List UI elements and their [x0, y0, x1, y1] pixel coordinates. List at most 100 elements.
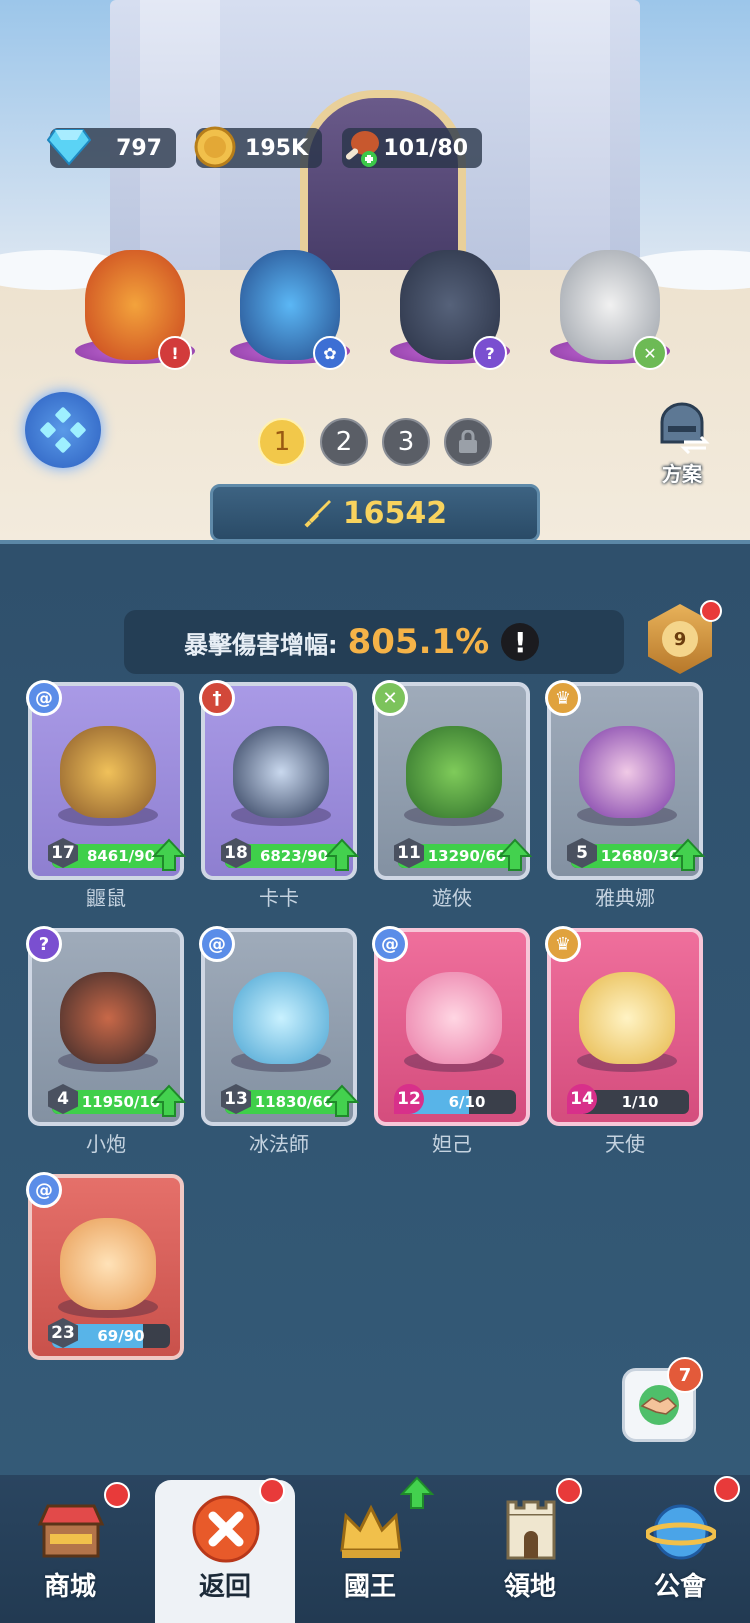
nav-guild[interactable]: 公會	[610, 1476, 750, 1623]
element-spiral-icon: @	[26, 1172, 62, 1208]
hero-card-daji[interactable]: @ 6/10 12	[372, 926, 530, 1126]
gem-count: 797	[116, 135, 162, 161]
mystery-class-icon: ?	[473, 336, 507, 370]
ranger-figure	[406, 726, 502, 818]
lineup-hero-2[interactable]: ✿	[225, 230, 355, 370]
crit-damage-label: 暴擊傷害增幅:	[184, 630, 338, 659]
rank-level: 9	[662, 621, 698, 657]
hero-level: 12	[394, 1084, 424, 1114]
progress-text: 1/10	[621, 1093, 659, 1111]
team-slot-2[interactable]: 2	[320, 418, 368, 466]
notification-dot	[556, 1478, 582, 1504]
archer-class-icon: ✕	[633, 336, 667, 370]
element-spiral-icon: @	[372, 926, 408, 962]
coin-counter[interactable]: 195K	[194, 126, 322, 168]
scheme-label: 方案	[662, 462, 702, 486]
progress-text: 69/90	[97, 1327, 145, 1345]
ninja-figure	[233, 726, 329, 818]
rank-badge-button[interactable]: 9	[648, 600, 722, 680]
upgrade-arrow-icon	[671, 838, 705, 871]
hero-card-ice-mage[interactable]: @ 11830/60 13	[199, 926, 359, 1126]
progress-text: 6/10	[448, 1093, 486, 1111]
hero-name: 冰法師	[249, 1132, 309, 1156]
lineup-hero-4[interactable]: ✕	[545, 230, 675, 370]
nav-territory-label: 領地	[503, 1572, 556, 1602]
notification-dot	[104, 1482, 130, 1508]
meat-drumstick-icon	[336, 122, 386, 172]
lineup-hero-3[interactable]: ?	[385, 230, 515, 370]
notification-dot	[259, 1478, 285, 1504]
crit-damage-value: 805.1%	[347, 622, 490, 662]
element-spiral-icon: @	[26, 680, 62, 716]
stamina-counter[interactable]: 101/80	[342, 128, 482, 168]
team-slot-1[interactable]: 1	[258, 418, 306, 466]
hero-card-athena[interactable]: ♛ 12680/30 5	[545, 680, 705, 880]
hero-card-cannon[interactable]: ? 11950/10 4	[26, 926, 186, 1126]
bunny-girl-figure	[60, 1218, 156, 1310]
team-power-value: 16542	[342, 495, 448, 531]
bomber-figure	[60, 972, 156, 1064]
gem-counter[interactable]: 797	[47, 128, 176, 168]
stamina-count: 101/80	[383, 135, 468, 161]
notification-dot	[700, 600, 722, 622]
upgrade-arrow-icon	[152, 1084, 186, 1117]
nav-back[interactable]: 返回	[155, 1478, 295, 1623]
nav-shop[interactable]: 商城	[0, 1480, 140, 1623]
mole-miner-figure	[60, 726, 156, 818]
nav-king[interactable]: 國王	[300, 1476, 440, 1623]
upgrade-arrow-icon	[152, 838, 186, 871]
dpad-icon	[40, 407, 86, 453]
lineup-hero-1[interactable]: !	[70, 230, 200, 370]
hero-card-mole[interactable]: @ 8461/90 17	[26, 680, 186, 880]
nav-guild-label: 公會	[653, 1572, 706, 1602]
hero-card-angel[interactable]: ♛ 1/10 14	[545, 926, 703, 1126]
notification-dot	[714, 1476, 740, 1502]
team-slot-locked[interactable]	[444, 418, 492, 466]
nav-shop-label: 商城	[43, 1572, 96, 1602]
controller-button[interactable]	[25, 392, 101, 468]
nav-back-label: 返回	[198, 1572, 251, 1602]
castle-tower-icon	[506, 1500, 556, 1560]
element-crown-icon: ♛	[545, 926, 581, 962]
nav-king-label: 國王	[343, 1572, 396, 1602]
helmet-swap-icon	[660, 402, 710, 455]
hero-name: 妲己	[432, 1132, 472, 1156]
paw-class-icon: ✿	[313, 336, 347, 370]
lock-icon	[459, 430, 477, 453]
shop-stall-icon	[37, 1504, 105, 1558]
hero-name: 小炮	[86, 1132, 126, 1156]
nav-territory[interactable]: 領地	[460, 1478, 600, 1623]
hero-card-bunny[interactable]: @ 69/90 23	[26, 1172, 184, 1360]
sword-power-icon	[304, 500, 331, 528]
element-sword-icon: †	[199, 680, 235, 716]
hero-level: 14	[567, 1084, 597, 1114]
crown-icon	[340, 1504, 402, 1558]
hero-name: 遊俠	[432, 886, 472, 910]
element-bow-icon: ✕	[372, 680, 408, 716]
info-icon[interactable]: !	[501, 623, 540, 661]
athena-figure	[579, 726, 675, 818]
hero-name: 鼴鼠	[86, 886, 126, 910]
element-mystery-icon: ?	[26, 926, 62, 962]
hero-card-kaka[interactable]: † 6823/90 18	[199, 680, 359, 880]
handshake-badge: 7	[667, 1357, 703, 1393]
hero-name: 雅典娜	[595, 886, 655, 910]
ice-mage-figure	[233, 972, 329, 1064]
coin-icon	[190, 122, 240, 172]
hero-card-ranger[interactable]: ✕ 13290/60 11	[372, 680, 532, 880]
team-slot-3[interactable]: 3	[382, 418, 430, 466]
angel-figure	[579, 972, 675, 1064]
element-crown-icon: ♛	[545, 680, 581, 716]
crit-damage-bar: 暴擊傷害增幅: 805.1% !	[124, 610, 624, 674]
warrior-class-icon: !	[158, 336, 192, 370]
hero-name: 卡卡	[259, 886, 299, 910]
diamond-icon	[44, 122, 94, 172]
element-spiral-icon: @	[199, 926, 235, 962]
upgrade-arrow-icon	[400, 1476, 434, 1509]
upgrade-arrow-icon	[498, 838, 532, 871]
handshake-button[interactable]: 7	[622, 1357, 703, 1442]
hero-name: 天使	[605, 1132, 645, 1156]
coin-count: 195K	[245, 135, 308, 161]
scheme-button[interactable]: 方案	[650, 402, 714, 487]
team-power-banner: 16542	[210, 484, 540, 542]
